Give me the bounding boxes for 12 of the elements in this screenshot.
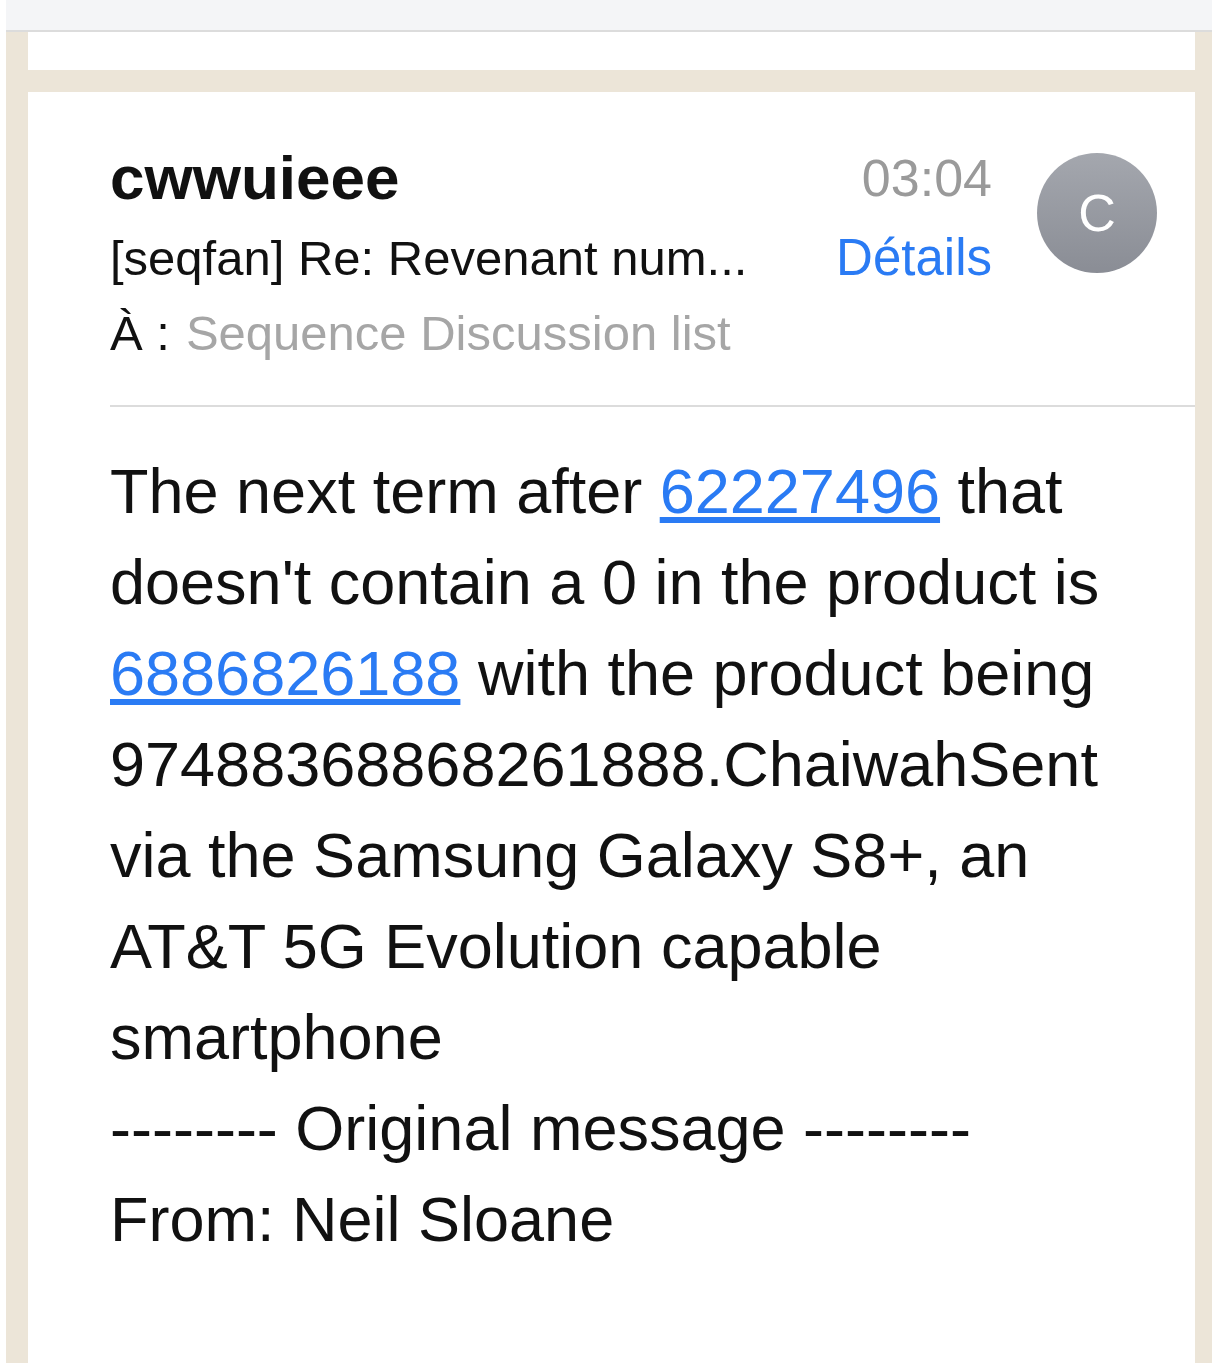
number-link[interactable]: 62227496 bbox=[659, 456, 941, 526]
message-line: From: Neil Sloane bbox=[110, 1183, 616, 1256]
message-time: 03:04 bbox=[861, 148, 992, 209]
recipient-label: À : bbox=[110, 306, 170, 360]
recipient-name: Sequence Discussion list bbox=[185, 306, 731, 360]
subject-text: [seqfan] Re: Revenant num... bbox=[110, 230, 749, 287]
sender-name: cwwuieee bbox=[110, 146, 401, 210]
message-paragraph: The next term after 62227496 that doesn't contain a 0 in the product is 6886826188 with the product being 97488368868261888.ChaiwahSent via the Samsung Galaxy S8+, an AT&T 5G Evolution capable smartphone bbox=[110, 455, 1101, 1074]
number-link[interactable]: 6886826188 bbox=[110, 638, 461, 708]
message-line: -------- Original message -------- bbox=[110, 1092, 972, 1165]
details-link[interactable]: Détails bbox=[836, 228, 992, 288]
sender-avatar[interactable]: C bbox=[1037, 153, 1157, 273]
